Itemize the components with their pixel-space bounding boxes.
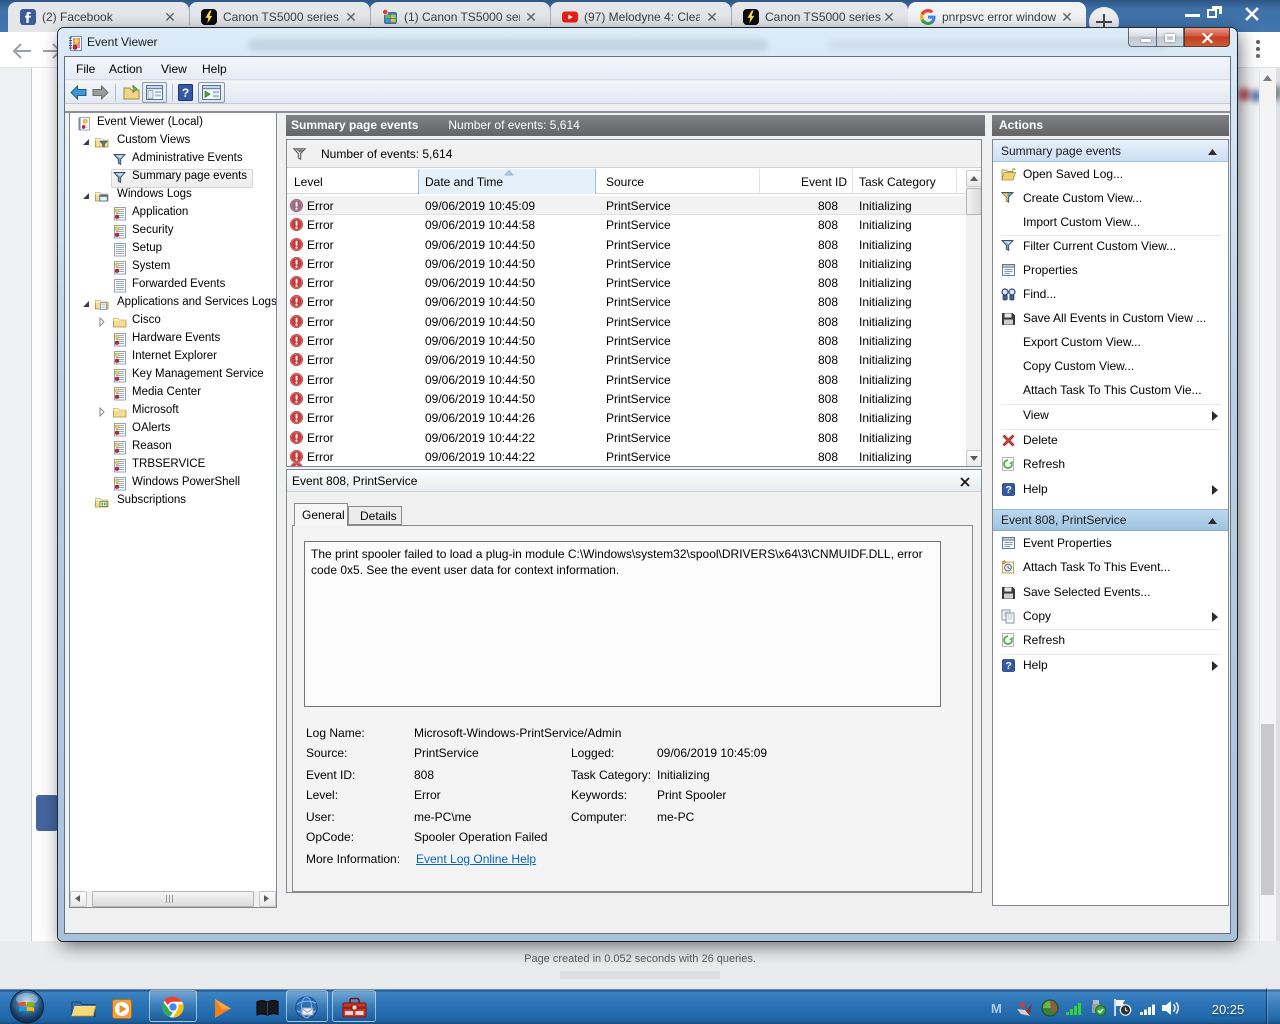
svg-text:?: ? bbox=[182, 86, 189, 100]
